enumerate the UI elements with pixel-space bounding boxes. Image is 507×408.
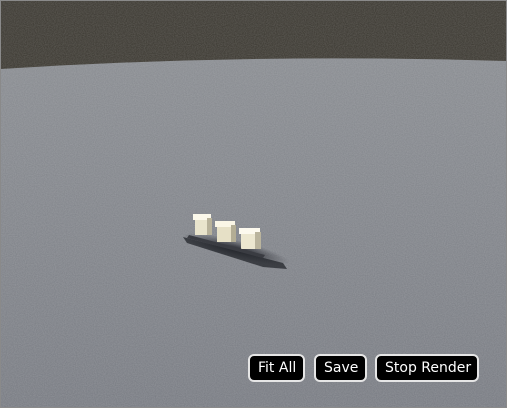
save-button[interactable]: Save: [314, 354, 367, 382]
render-window: Fit All Save Stop Render: [0, 0, 507, 408]
fit-all-button[interactable]: Fit All: [248, 354, 305, 382]
model-block: [239, 228, 261, 249]
stop-render-button[interactable]: Stop Render: [375, 354, 479, 382]
render-viewport[interactable]: [1, 1, 506, 407]
model-block: [215, 221, 236, 242]
model-block: [193, 214, 212, 235]
